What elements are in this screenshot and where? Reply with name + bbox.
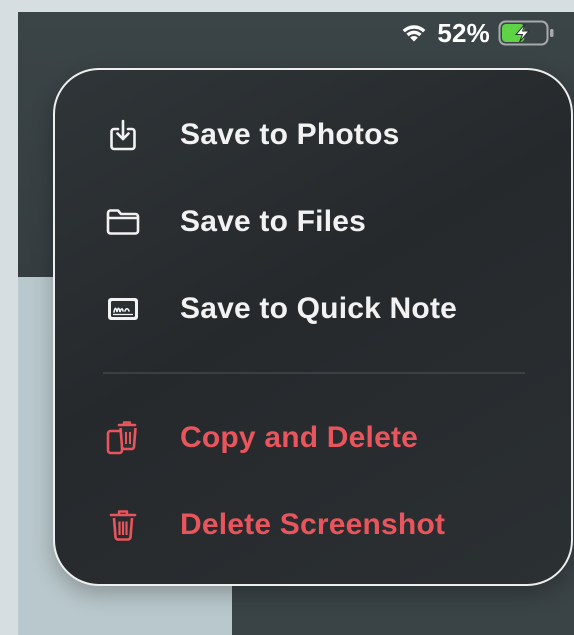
menu-item-label: Delete Screenshot — [180, 508, 446, 541]
screenshot-options-menu: Save to Photos Save to Files Save to Qui… — [53, 68, 573, 586]
menu-item-label: Copy and Delete — [180, 421, 419, 454]
status-bar: 52% — [399, 16, 556, 50]
save-to-quick-note-item[interactable]: Save to Quick Note — [55, 274, 571, 344]
delete-screenshot-item[interactable]: Delete Screenshot — [55, 490, 571, 560]
screenshot-frame: 52% Save to Photos Save to Files Save to… — [0, 0, 574, 635]
wifi-icon — [399, 21, 429, 45]
menu-divider — [103, 372, 525, 374]
save-to-files-item[interactable]: Save to Files — [55, 187, 571, 257]
menu-item-label: Save to Photos — [180, 118, 400, 151]
battery-charging-icon — [498, 19, 556, 47]
quick-note-icon — [101, 287, 145, 331]
copy-and-delete-item[interactable]: Copy and Delete — [55, 403, 571, 473]
save-to-photos-item[interactable]: Save to Photos — [55, 100, 571, 170]
copy-trash-icon — [101, 416, 145, 460]
battery-percentage: 52% — [437, 17, 490, 48]
trash-icon — [101, 503, 145, 547]
save-photo-icon — [101, 113, 145, 157]
menu-item-label: Save to Quick Note — [180, 292, 458, 325]
menu-item-label: Save to Files — [180, 205, 367, 238]
folder-icon — [101, 200, 145, 244]
